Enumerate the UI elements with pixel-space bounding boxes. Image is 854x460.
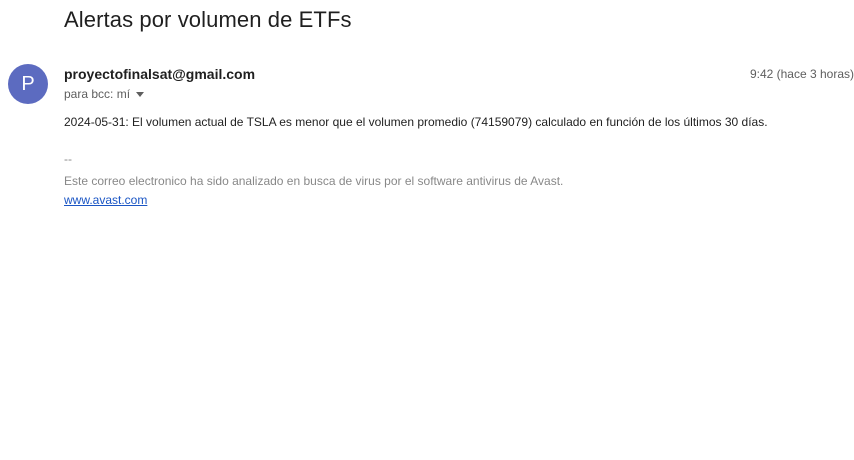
avatar-letter: P: [21, 72, 35, 95]
sender-email[interactable]: proyectofinalsat@gmail.com: [64, 66, 255, 82]
avast-link[interactable]: www.avast.com: [64, 193, 147, 207]
recipients-label: para bcc: mí: [64, 87, 131, 101]
chevron-down-icon[interactable]: [136, 91, 145, 97]
sender-avatar[interactable]: P: [8, 64, 48, 104]
email-body: 2024-05-31: El volumen actual de TSLA es…: [64, 115, 768, 129]
email-timestamp: 9:42 (hace 3 horas): [749, 67, 854, 81]
recipients-details-toggle[interactable]: para bcc: mí: [64, 87, 145, 101]
email-subject: Alertas por volumen de ETFs: [64, 7, 352, 32]
signature-separator: --: [64, 152, 72, 166]
signature-text: Este correo electronico ha sido analizad…: [64, 174, 564, 188]
email-view: Alertas por volumen de ETFs P proyectofi…: [0, 0, 854, 460]
